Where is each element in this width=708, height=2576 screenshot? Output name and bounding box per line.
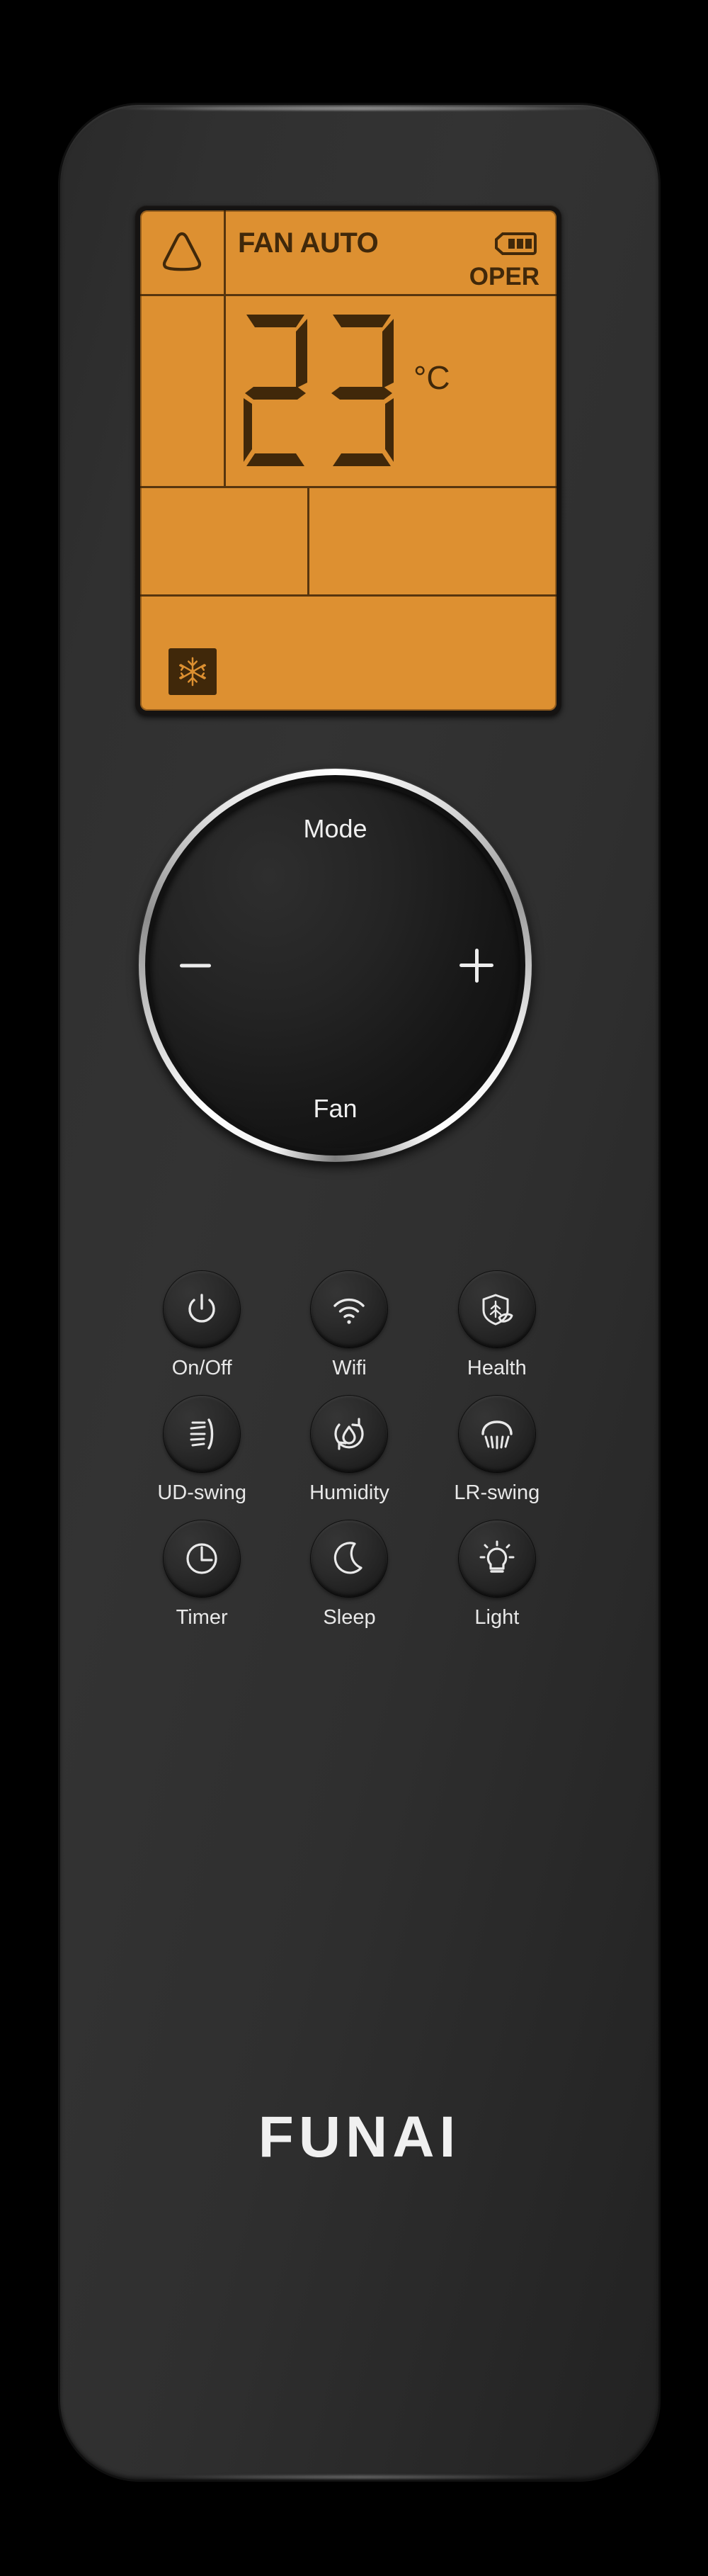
lcd-mode-badge (169, 648, 217, 695)
button-health-label: Health (467, 1357, 527, 1379)
left-right-swing-icon (481, 1420, 513, 1450)
button-lr-swing-label: LR-swing (454, 1481, 540, 1504)
button-light-label: Light (474, 1606, 520, 1629)
lightbulb-icon (479, 1540, 515, 1573)
lcd-fan-mode-label: FAN AUTO (238, 227, 379, 259)
dial-fan-button[interactable]: Fan (139, 1094, 532, 1124)
wifi-icon (333, 1298, 365, 1324)
lcd-middle-row (140, 488, 556, 594)
button-on-off-label: On/Off (171, 1357, 232, 1379)
moon-icon (334, 1542, 363, 1574)
button-sleep-label: Sleep (323, 1606, 376, 1629)
lcd-temperature-unit: °C (413, 359, 450, 396)
body-bottom-highlight (132, 2475, 587, 2479)
lcd-temperature-row: °C (224, 296, 556, 486)
power-icon (188, 1294, 215, 1323)
button-ud-swing-label: UD-swing (157, 1481, 246, 1504)
button-timer-circle[interactable] (164, 1520, 241, 1597)
body-top-highlight (108, 106, 611, 111)
button-humidity-label: Humidity (309, 1481, 389, 1504)
clock-icon (186, 1543, 217, 1574)
button-light[interactable]: Light (423, 1520, 571, 1629)
remote-control-body: FAN AUTO OPER °C Mode Fan On/Off Wifi He… (60, 105, 658, 2480)
snowflake-cool-icon (179, 657, 206, 687)
lcd-divider-v-3 (307, 488, 309, 594)
button-on-off-circle[interactable] (164, 1271, 241, 1348)
button-wifi[interactable]: Wifi (275, 1271, 423, 1380)
seven-segment-digit-2 (331, 315, 394, 466)
lcd-divider-v-1 (224, 210, 226, 294)
button-timer-label: Timer (176, 1606, 228, 1629)
button-light-circle[interactable] (458, 1520, 535, 1597)
button-humidity-circle[interactable] (311, 1396, 388, 1472)
lcd-operation-label: OPER (469, 263, 539, 290)
button-timer[interactable]: Timer (128, 1520, 275, 1629)
seven-segment-digit-1 (244, 315, 307, 466)
battery-full-icon (495, 232, 537, 255)
button-humidity[interactable]: Humidity (275, 1396, 423, 1505)
lcd-bezel: FAN AUTO OPER °C (135, 205, 561, 716)
button-wifi-label: Wifi (332, 1357, 367, 1379)
button-wifi-circle[interactable] (311, 1271, 388, 1348)
button-lr-swing-circle[interactable] (458, 1396, 535, 1472)
screenshot-stage: FAN AUTO OPER °C Mode Fan On/Off Wifi He… (0, 0, 708, 2576)
rounded-triangle-icon (162, 232, 202, 271)
button-sleep-circle[interactable] (311, 1520, 388, 1597)
humidity-droplet-icon (334, 1418, 365, 1450)
brand-logo: FUNAI (258, 2105, 461, 2169)
shield-leaf-icon (482, 1294, 513, 1326)
lcd-bottom-row (140, 597, 556, 711)
dial-mode-button[interactable]: Mode (139, 814, 532, 844)
lcd-fan-shape-cell (140, 210, 224, 294)
button-grid: On/Off Wifi Health UD-swing Humidity LR-… (128, 1271, 571, 1629)
control-dial[interactable]: Mode Fan (139, 769, 532, 1162)
button-lr-swing[interactable]: LR-swing (423, 1396, 571, 1505)
button-health-circle[interactable] (458, 1271, 535, 1348)
minus-icon[interactable] (180, 964, 211, 967)
plus-icon[interactable] (459, 948, 493, 983)
button-on-off[interactable]: On/Off (128, 1271, 275, 1380)
button-sleep[interactable]: Sleep (275, 1520, 423, 1629)
button-ud-swing-circle[interactable] (164, 1396, 241, 1472)
lcd-display: FAN AUTO OPER °C (140, 210, 556, 711)
button-health[interactable]: Health (423, 1271, 571, 1380)
lcd-temperature-value (236, 309, 401, 472)
up-down-swing-icon (190, 1418, 214, 1450)
button-ud-swing[interactable]: UD-swing (128, 1396, 275, 1505)
